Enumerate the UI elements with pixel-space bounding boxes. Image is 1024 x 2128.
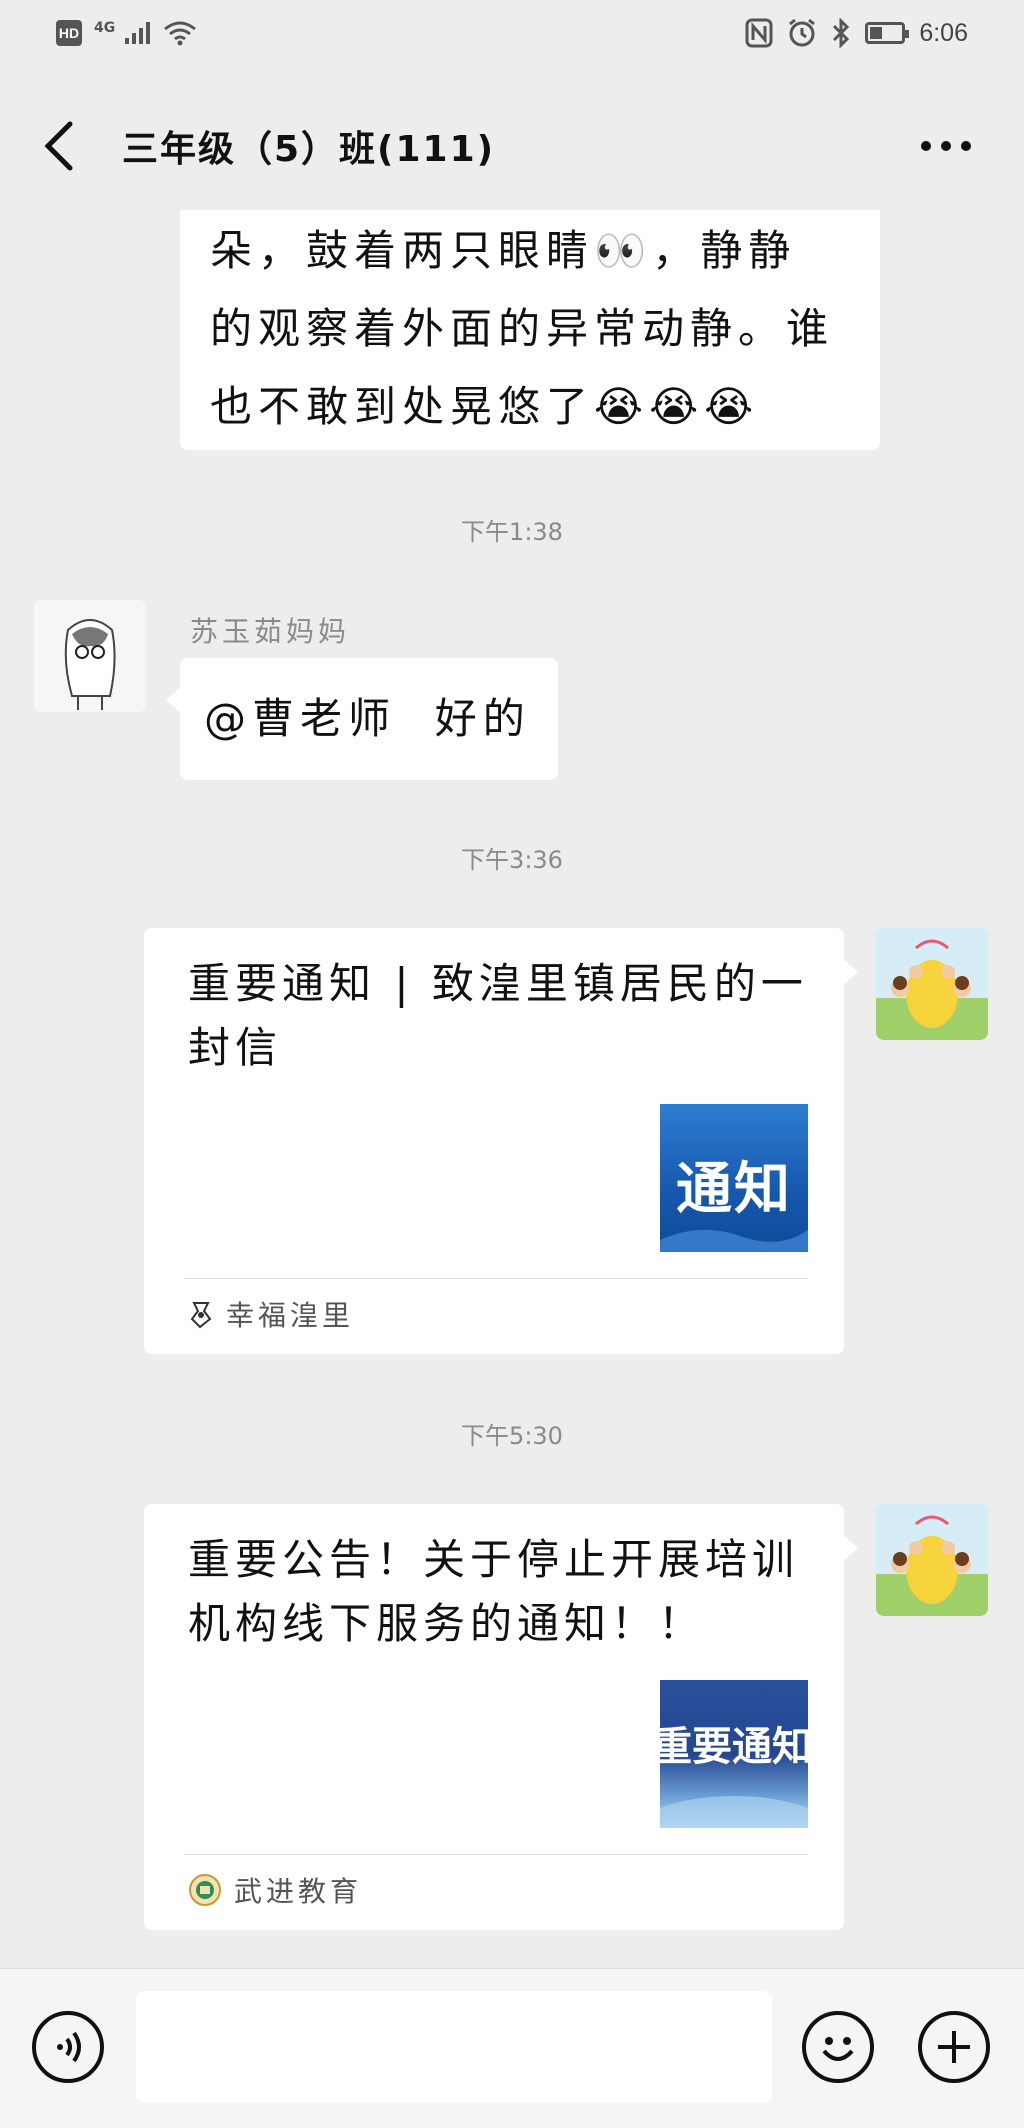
back-button[interactable] <box>36 116 86 176</box>
card-source: 幸福湟里 <box>188 1294 354 1334</box>
message-text: @曹老师 好的 <box>204 694 531 743</box>
avatar-self[interactable] <box>876 1504 988 1616</box>
thumbnail-earth-graphic <box>660 1796 808 1828</box>
bubble-tail <box>842 958 858 986</box>
emoji-icon <box>822 2037 854 2061</box>
plus-button[interactable] <box>918 2011 990 2083</box>
battery-icon <box>865 22 910 44</box>
card-divider <box>184 1278 808 1279</box>
source-logo-icon <box>190 1302 212 1329</box>
message-line: 也不敢到处晃悠了😭😭😭 <box>210 382 760 431</box>
more-button[interactable] <box>916 118 976 174</box>
chat-title: 三年级（5）班(111) <box>122 129 496 170</box>
card-title: 重要通知 | 致湟里镇居民的一封信 <box>188 959 808 1072</box>
avatar-self[interactable] <box>876 928 988 1040</box>
voice-button[interactable] <box>32 2011 104 2083</box>
chat-header: 三年级（5）班(111) <box>0 96 1024 196</box>
sender-name: 苏玉茹妈妈 <box>190 615 351 648</box>
message-line: 朵，鼓着两只眼睛👀，静静 <box>210 226 797 275</box>
card-thumbnail: 重要通知 <box>660 1680 808 1828</box>
status-bar: HD 4G 6:06 <box>0 0 1024 76</box>
card-source: 武进教育 <box>188 1870 362 1910</box>
timestamp: 下午5:30 <box>461 1422 563 1450</box>
clock: 6:06 <box>919 18 968 47</box>
hd-badge: HD <box>56 20 82 46</box>
signal-icon <box>125 22 151 44</box>
more-dots-icon <box>921 141 971 151</box>
link-card[interactable]: 重要公告！关于停止开展培训机构线下服务的通知！！ 重要通知 武进教育 <box>144 1504 844 1930</box>
bluetooth-icon <box>833 18 850 48</box>
card-divider <box>184 1854 808 1855</box>
message-bubble-partial[interactable]: 朵，鼓着两只眼睛👀，静静 的观察着外面的异常动静。谁 也不敢到处晃悠了😭😭😭 <box>180 210 880 450</box>
message-bubble[interactable]: @曹老师 好的 <box>180 658 558 780</box>
source-name: 武进教育 <box>234 1875 363 1908</box>
thumbnail-wave-graphic <box>660 1229 808 1252</box>
status-right: 6:06 <box>745 18 968 48</box>
chevron-left-icon <box>44 121 73 171</box>
status-left: HD 4G <box>56 20 197 46</box>
message-input[interactable] <box>136 1991 772 2103</box>
avatar-girl-sketch <box>34 600 146 712</box>
input-bar <box>0 1968 1024 2128</box>
card-thumbnail: 通知 <box>660 1104 808 1252</box>
card-title: 重要公告！关于停止开展培训机构线下服务的通知！！ <box>188 1535 800 1648</box>
network-type: 4G <box>94 20 116 36</box>
message-line: 的观察着外面的异常动静。谁 <box>210 304 835 353</box>
voice-icon <box>57 2031 81 2063</box>
avatar-kids-tree <box>876 1504 988 1616</box>
nfc-icon <box>745 18 773 48</box>
avatar-sender[interactable] <box>34 600 146 712</box>
source-name: 幸福湟里 <box>226 1299 355 1332</box>
bubble-tail <box>842 1534 858 1562</box>
emoji-button[interactable] <box>802 2011 874 2083</box>
plus-icon <box>938 2031 970 2063</box>
link-card[interactable]: 重要通知 | 致湟里镇居民的一封信 通知 幸福湟里 <box>144 928 844 1354</box>
alarm-icon <box>789 18 816 47</box>
education-logo-icon <box>189 1874 221 1906</box>
thumbnail-text: 重要通知 <box>660 1723 808 1770</box>
avatar-kids-tree <box>876 928 988 1040</box>
timestamp: 下午3:36 <box>461 846 563 874</box>
wifi-icon <box>164 21 197 46</box>
timestamp: 下午1:38 <box>461 518 563 546</box>
